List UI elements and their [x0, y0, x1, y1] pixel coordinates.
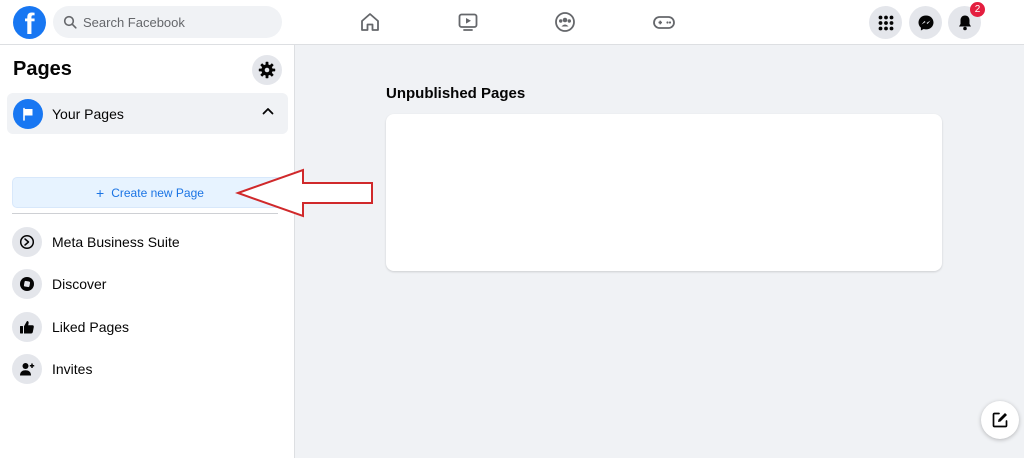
sidebar-title: Pages: [13, 58, 72, 80]
gear-icon: [258, 61, 276, 79]
your-pages-label: Your Pages: [52, 105, 124, 122]
chevron-up-icon[interactable]: [262, 107, 274, 115]
create-new-page-label: Create new Page: [111, 185, 204, 200]
bell-icon: [958, 15, 971, 31]
settings-button[interactable]: [252, 55, 282, 85]
unpublished-pages-card: [386, 114, 942, 271]
plus-icon: +: [96, 184, 105, 201]
flag-icon: [13, 98, 43, 129]
watch-icon[interactable]: [456, 10, 480, 34]
thumbs-up-icon: [12, 312, 42, 342]
your-pages-item[interactable]: Your Pages: [7, 93, 288, 134]
meta-business-icon: [12, 227, 42, 257]
facebook-logo[interactable]: f: [13, 6, 46, 39]
notification-badge: 2: [970, 2, 985, 17]
create-new-page-button[interactable]: + Create new Page: [12, 177, 288, 208]
menu-grid-button[interactable]: [869, 6, 902, 39]
search-input[interactable]: [83, 14, 273, 30]
messenger-icon: [918, 15, 933, 30]
sidebar-item-liked-pages[interactable]: Liked Pages: [12, 310, 288, 344]
notifications-button[interactable]: 2: [948, 2, 985, 39]
top-navigation-bar: f Search Facebook 2: [0, 0, 1024, 45]
search-box[interactable]: [53, 6, 282, 38]
gaming-icon[interactable]: [652, 10, 676, 34]
sidebar-divider: [12, 213, 278, 214]
search-icon: [63, 15, 77, 29]
unpublished-pages-title: Unpublished Pages: [386, 85, 526, 102]
new-message-button[interactable]: [981, 401, 1019, 439]
discover-icon: [12, 269, 42, 299]
sidebar-item-discover[interactable]: Discover: [12, 267, 288, 301]
home-icon[interactable]: [358, 10, 382, 34]
sidebar-item-label: Meta Business Suite: [52, 234, 180, 250]
menu-grid-icon: [878, 15, 893, 30]
groups-icon[interactable]: [553, 10, 577, 34]
compose-icon: [992, 412, 1008, 428]
person-add-icon: [12, 354, 42, 384]
sidebar-item-meta-business-suite[interactable]: Meta Business Suite: [12, 225, 288, 259]
sidebar-item-invites[interactable]: Invites: [12, 352, 288, 386]
sidebar-item-label: Invites: [52, 361, 93, 377]
sidebar-item-label: Liked Pages: [52, 319, 130, 335]
messenger-button[interactable]: [909, 6, 942, 39]
sidebar-item-label: Discover: [52, 276, 107, 292]
pages-sidebar: Pages Your Pages + Create new Page Meta …: [0, 45, 295, 458]
